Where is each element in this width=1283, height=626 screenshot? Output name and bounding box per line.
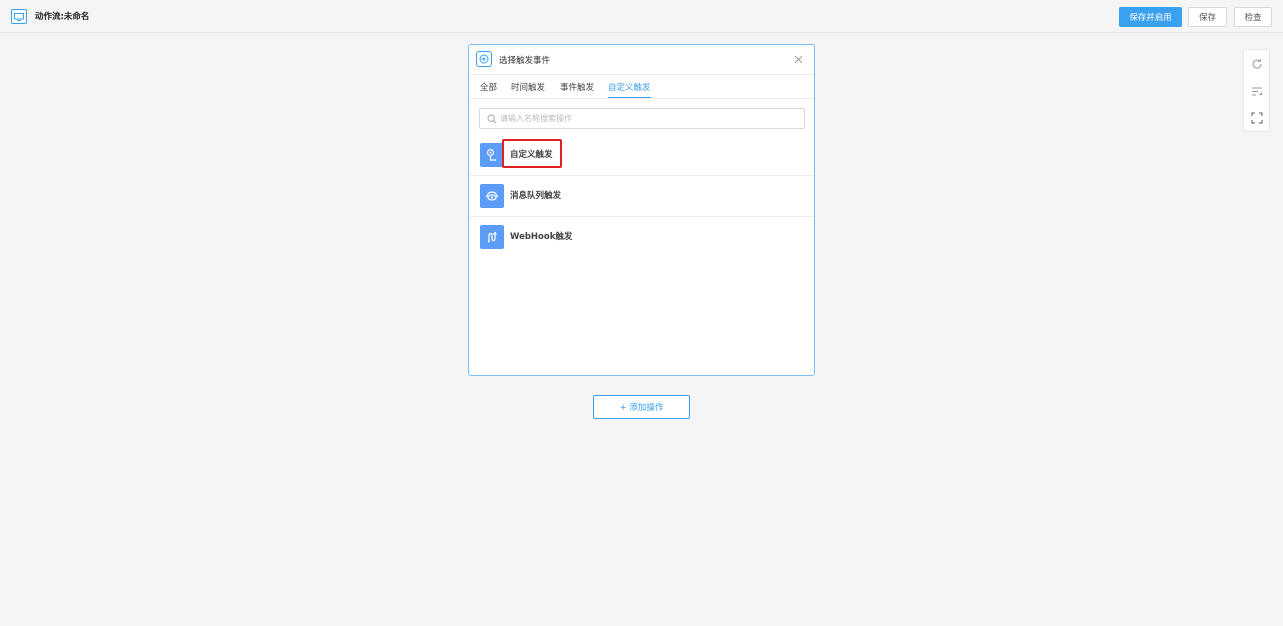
save-and-enable-button[interactable]: 保存并启用: [1119, 7, 1182, 27]
search-box: [479, 108, 805, 129]
list-item-webhook-trigger[interactable]: WebHook触发: [469, 225, 814, 266]
monitor-glyph: [14, 12, 24, 21]
monitor-icon: [11, 9, 27, 24]
tab-event-trigger[interactable]: 事件触发: [560, 81, 594, 98]
refresh-icon[interactable]: [1250, 57, 1264, 71]
custom-trigger-icon: [480, 143, 504, 167]
fit-view-icon[interactable]: [1250, 111, 1264, 125]
message-queue-icon: [480, 184, 504, 208]
list-item-message-queue-trigger[interactable]: 消息队列触发: [469, 184, 814, 225]
search-input[interactable]: [500, 111, 800, 126]
canvas-toolbar: [1243, 49, 1270, 132]
add-action-button[interactable]: + 添加操作: [593, 395, 690, 419]
sort-icon[interactable]: [1250, 84, 1264, 98]
dialog-title: 选择触发事件: [499, 56, 551, 66]
list-item-custom-trigger[interactable]: 自定义触发: [469, 139, 814, 184]
save-button[interactable]: 保存: [1188, 7, 1227, 27]
list-item-label: WebHook触发: [510, 232, 573, 242]
trigger-event-icon: [476, 51, 492, 67]
check-button[interactable]: 检查: [1234, 7, 1272, 27]
webhook-icon: [480, 225, 504, 249]
list-item-label: 自定义触发: [510, 150, 553, 160]
list-item-label: 消息队列触发: [510, 191, 562, 201]
search-icon: [487, 114, 497, 124]
trigger-tabs: 全部 时间触发 事件触发 自定义触发: [469, 75, 814, 99]
dialog-header: 选择触发事件: [469, 45, 814, 75]
trigger-select-dialog: 选择触发事件 全部 时间触发 事件触发 自定义触发 自定义触发: [468, 44, 815, 376]
divider: [469, 175, 814, 176]
close-icon[interactable]: [792, 53, 805, 66]
divider: [469, 216, 814, 217]
top-header: 动作流:未命名 保存并启用 保存 检查: [0, 0, 1283, 33]
tab-custom-trigger[interactable]: 自定义触发: [608, 81, 651, 98]
tab-time-trigger[interactable]: 时间触发: [511, 81, 545, 98]
tab-all[interactable]: 全部: [480, 81, 497, 98]
page-title: 动作流:未命名: [35, 12, 90, 22]
